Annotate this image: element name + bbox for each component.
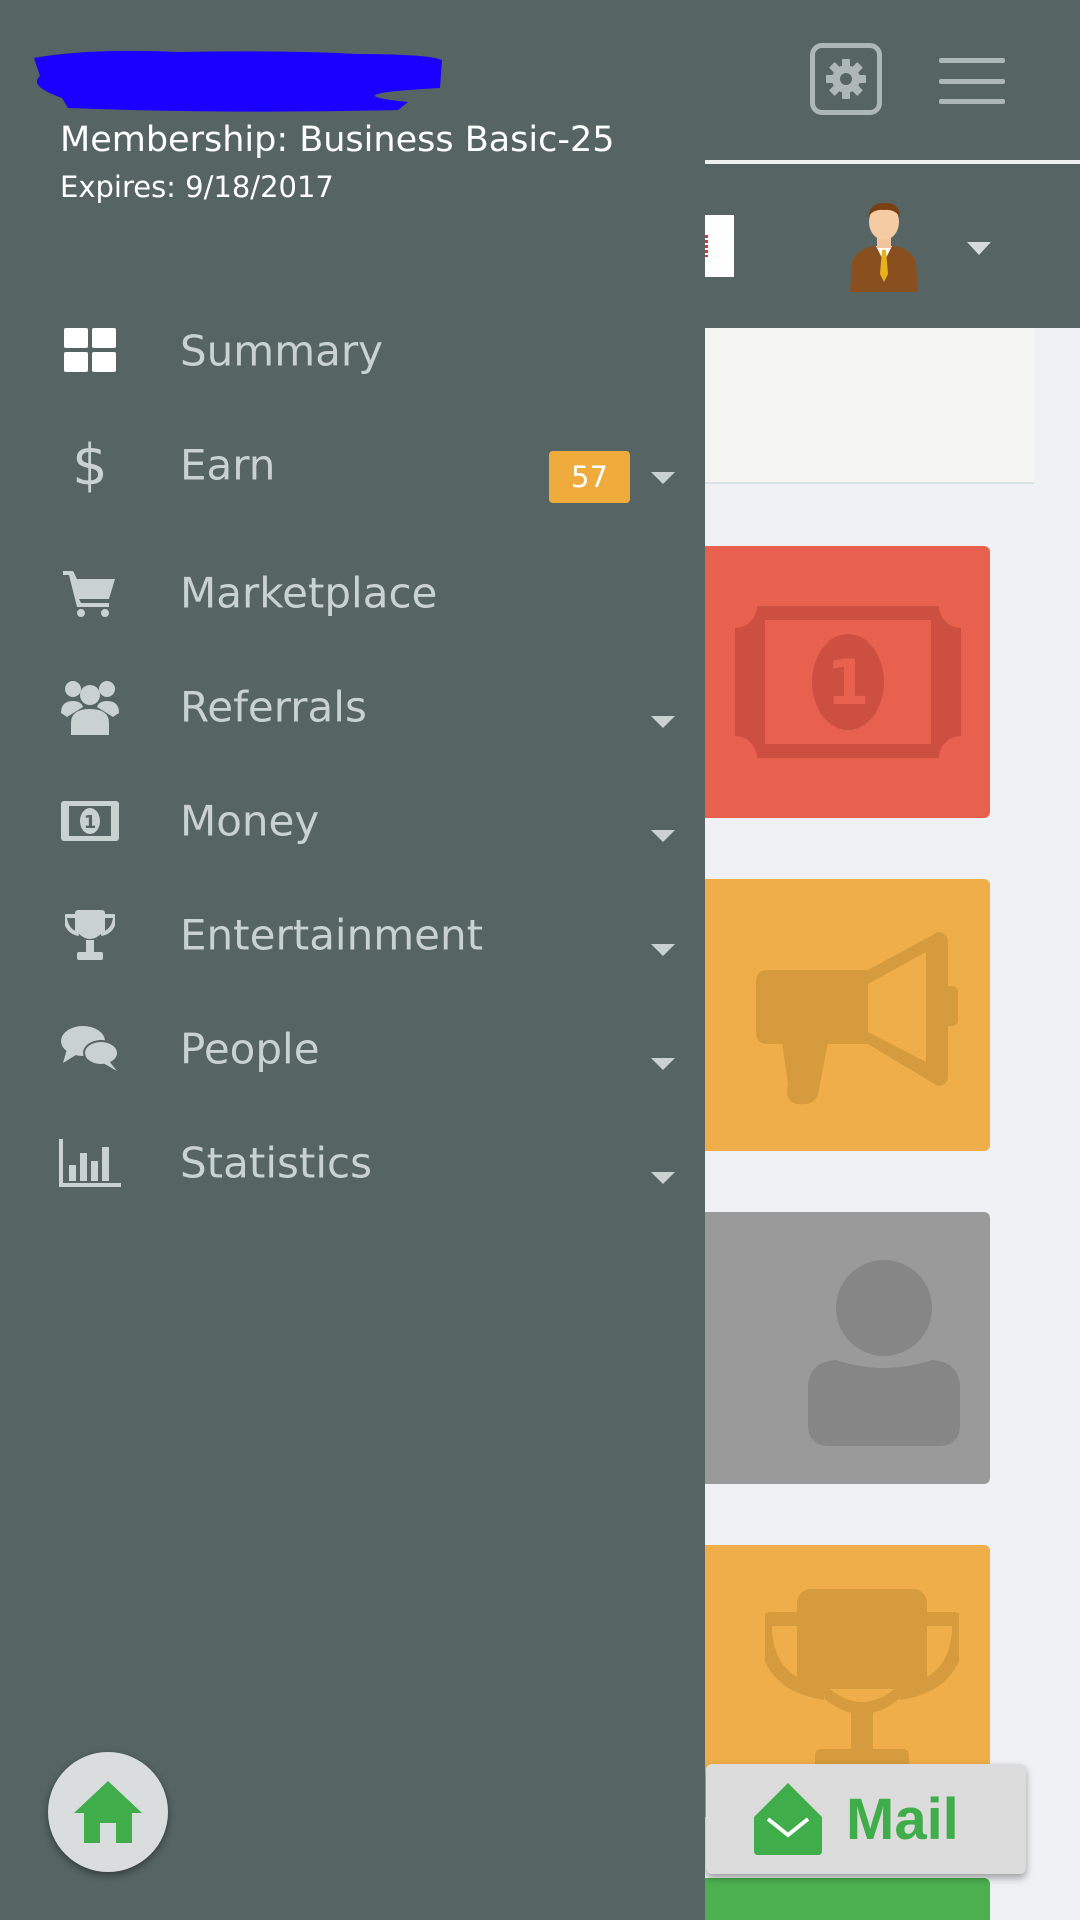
nav-item-people[interactable]: People (0, 1004, 705, 1094)
user-avatar[interactable] (848, 200, 920, 292)
chevron-down-icon[interactable] (651, 472, 675, 484)
chevron-down-icon[interactable] (651, 1172, 675, 1184)
menu-hamburger-icon[interactable] (939, 58, 1005, 104)
nav-label: Entertainment (180, 910, 484, 960)
nav-label: Money (180, 796, 320, 846)
home-button[interactable] (48, 1752, 168, 1872)
trophy-icon (765, 1589, 959, 1779)
chevron-down-icon[interactable] (651, 716, 675, 728)
nav-item-money[interactable]: 1 Money (0, 776, 705, 866)
nav-item-referrals[interactable]: Referrals (0, 662, 705, 752)
megaphone-icon (756, 932, 958, 1105)
nav-item-statistics[interactable]: Statistics (0, 1118, 705, 1208)
cart-icon (58, 561, 122, 625)
earn-count-badge: 57 (549, 451, 630, 503)
mail-icon (754, 1783, 822, 1855)
mail-label: Mail (846, 1786, 959, 1852)
nav-item-entertainment[interactable]: Entertainment (0, 890, 705, 980)
chevron-down-icon[interactable] (967, 242, 991, 255)
grid-icon (58, 319, 122, 383)
users-icon (58, 675, 122, 739)
nav-label: Referrals (180, 682, 367, 732)
money-icon: 1 (58, 789, 122, 853)
side-drawer: Membership: Business Basic-25 Expires: 9… (0, 0, 705, 1920)
gear-icon (826, 59, 866, 99)
bar-chart-icon (58, 1131, 122, 1195)
chevron-down-icon[interactable] (651, 1058, 675, 1070)
chat-icon (58, 1017, 122, 1081)
redacted-username (34, 50, 442, 112)
nav-item-summary[interactable]: Summary (0, 306, 705, 396)
nav-label: Marketplace (180, 568, 438, 618)
home-icon (74, 1781, 142, 1843)
money-icon: 1 (735, 606, 961, 758)
settings-button[interactable] (810, 43, 882, 115)
nav-item-marketplace[interactable]: Marketplace (0, 548, 705, 638)
svg-text:1: 1 (826, 646, 869, 719)
nav-label: Earn (180, 440, 276, 490)
expires-text: Expires: 9/18/2017 (60, 170, 334, 204)
nav-label: People (180, 1024, 320, 1074)
dollar-icon: $ (72, 432, 108, 498)
svg-text:1: 1 (84, 812, 97, 833)
membership-text: Membership: Business Basic-25 (60, 120, 615, 160)
mail-button[interactable]: Mail (706, 1764, 1026, 1874)
user-icon (808, 1260, 960, 1446)
nav-label: Summary (180, 326, 383, 376)
chevron-down-icon[interactable] (651, 944, 675, 956)
chevron-down-icon[interactable] (651, 830, 675, 842)
nav-label: Statistics (180, 1138, 372, 1188)
trophy-icon (58, 903, 122, 967)
